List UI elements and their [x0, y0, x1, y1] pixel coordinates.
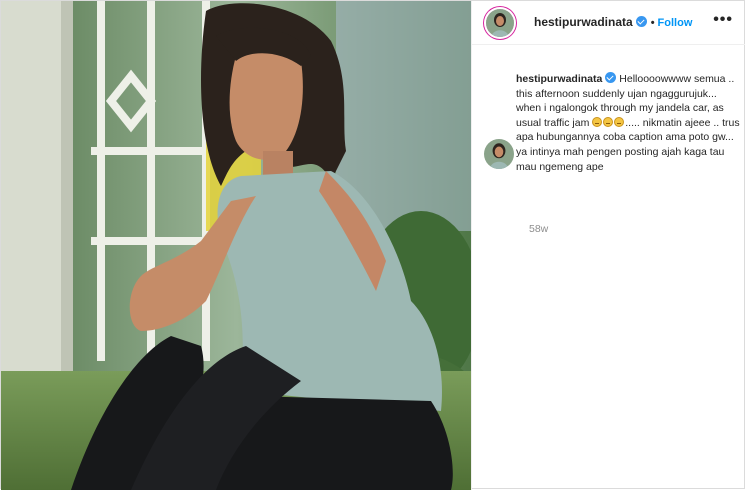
verified-badge-icon	[605, 72, 617, 83]
avatar-image	[486, 9, 514, 37]
header-username-row: hestipurwadinata • Follow	[534, 15, 692, 29]
post-header: hestipurwadinata • Follow •••	[472, 1, 745, 45]
more-options-icon[interactable]: •••	[713, 11, 733, 29]
post-photo-image	[1, 1, 471, 490]
separator-dot: •	[650, 17, 655, 29]
post-photo[interactable]	[1, 1, 471, 490]
caption-avatar[interactable]	[484, 139, 514, 169]
verified-badge-icon	[635, 16, 647, 27]
post-timestamp[interactable]: 58w	[529, 223, 548, 235]
follow-button[interactable]: Follow	[658, 17, 693, 29]
avatar-image	[484, 139, 514, 169]
instagram-post: hestipurwadinata • Follow ••• hestipurwadi…	[0, 0, 745, 490]
post-caption: hestipurwadinata Helloooowwww semua .. t…	[516, 72, 741, 174]
post-sidebar: hestipurwadinata • Follow ••• hestipurwadi…	[471, 1, 745, 490]
header-username[interactable]: hestipurwadinata	[534, 15, 633, 29]
caption-username[interactable]: hestipurwadinata	[516, 73, 602, 85]
header-avatar[interactable]	[486, 9, 514, 37]
worried-face-emoji-icon	[592, 116, 603, 127]
worried-face-emoji-icon	[614, 116, 625, 127]
worried-face-emoji-icon	[603, 116, 614, 127]
